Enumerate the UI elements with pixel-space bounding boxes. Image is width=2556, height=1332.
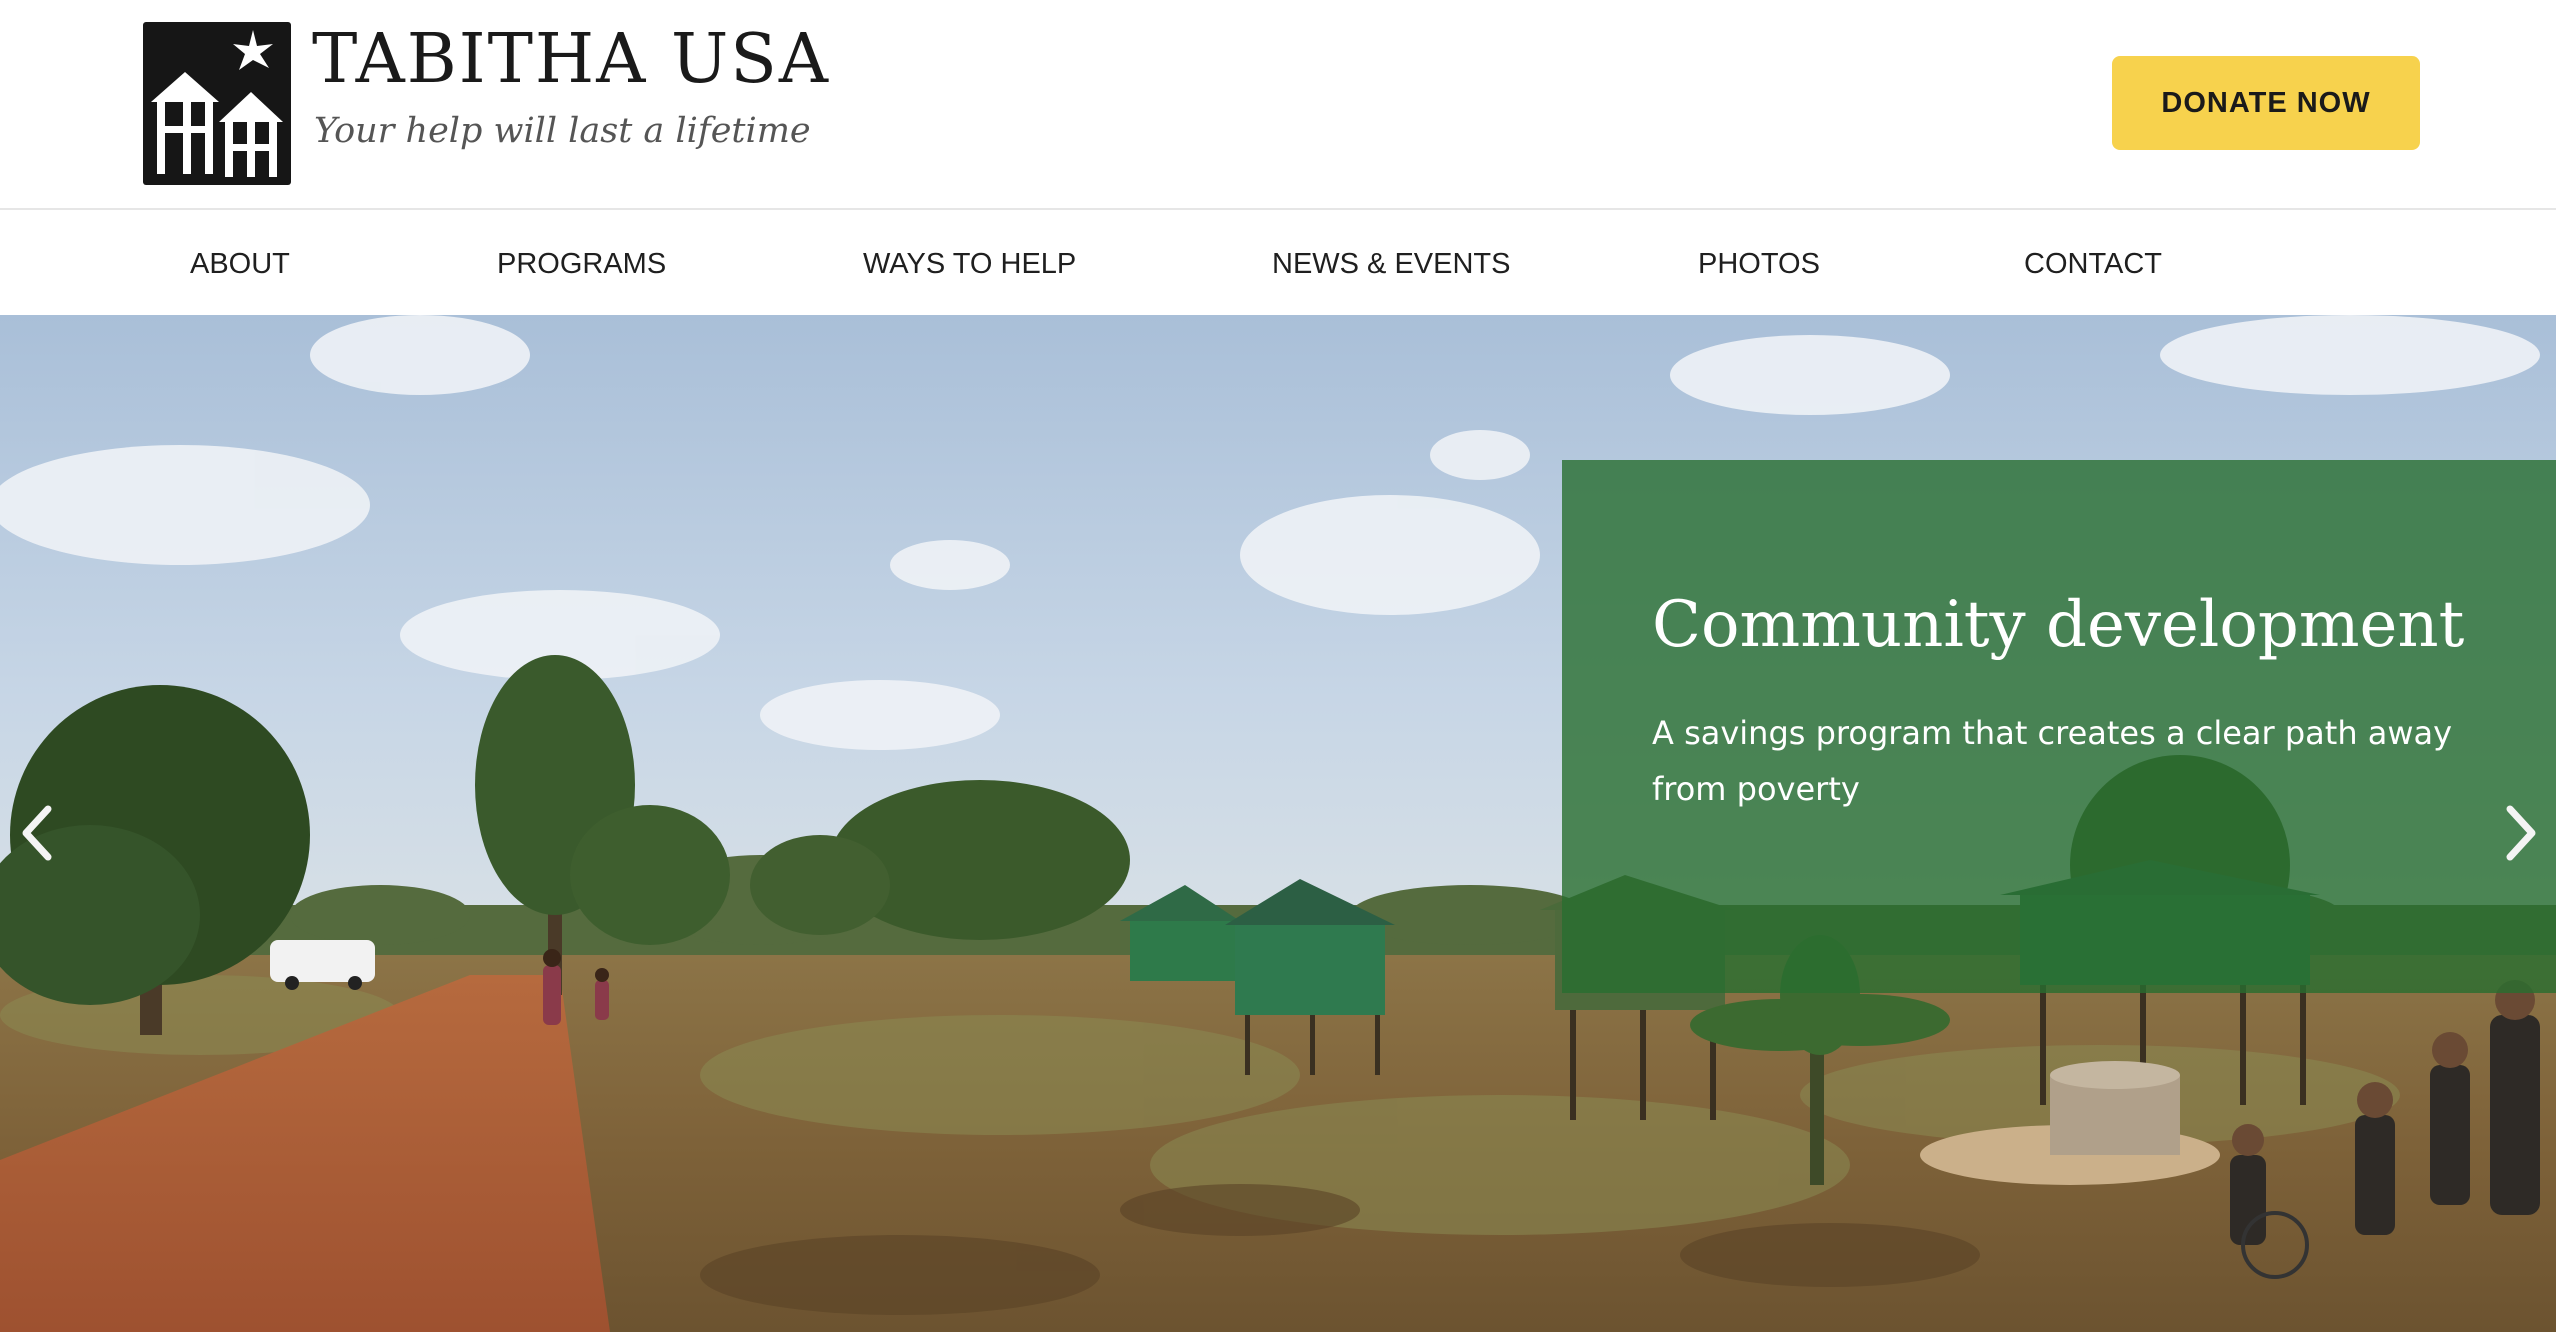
brand-name[interactable]: TABITHA USA (312, 26, 830, 94)
donate-now-button[interactable]: DONATE NOW (2112, 56, 2420, 150)
main-navigation: ABOUT PROGRAMS WAYS TO HELP NEWS & EVENT… (0, 208, 2556, 315)
slide-description: A savings program that creates a clear p… (1652, 714, 2453, 808)
nav-item-contact[interactable]: CONTACT (2024, 250, 2162, 279)
site-header: TABITHA USA Your help will last a lifeti… (0, 0, 2556, 208)
slide-caption-panel: Community development A savings program … (1562, 460, 2556, 993)
brand-tagline: Your help will last a lifetime (314, 111, 811, 151)
nav-item-photos[interactable]: PHOTOS (1698, 250, 1820, 279)
nav-item-about[interactable]: ABOUT (190, 250, 290, 279)
nav-item-ways-to-help[interactable]: WAYS TO HELP (863, 250, 1076, 279)
hero-slider: Community development A savings program … (0, 315, 2556, 1332)
nav-item-programs[interactable]: PROGRAMS (497, 250, 666, 279)
slider-next-chevron-right-icon[interactable] (2490, 793, 2550, 873)
nav-item-news-events[interactable]: NEWS & EVENTS (1272, 250, 1511, 279)
logo-houses-star-icon[interactable] (143, 22, 291, 185)
slider-prev-chevron-left-icon[interactable] (8, 793, 68, 873)
slide-title[interactable]: Community development (1652, 593, 2464, 657)
